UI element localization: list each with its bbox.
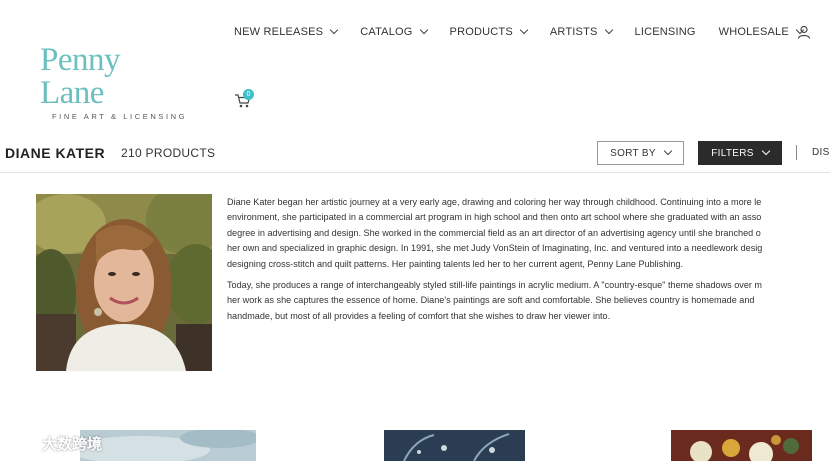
chevron-down-icon	[419, 25, 428, 35]
artist-bio: Diane Kater began her artistic journey a…	[227, 195, 830, 324]
watermark-logo-icon	[9, 437, 35, 450]
nav-licensing[interactable]: LICENSING	[635, 26, 696, 38]
artist-portrait	[36, 194, 212, 371]
watermark: 大数跨境	[8, 433, 102, 454]
chevron-down-icon	[663, 146, 673, 156]
product-count: 210 PRODUCTS	[121, 146, 216, 160]
chevron-down-icon	[761, 146, 770, 156]
page-title: DIANE KATER	[5, 145, 106, 161]
bio-paragraph: Diane Kater began her artistic journey a…	[227, 197, 763, 269]
user-icon[interactable]	[797, 25, 811, 39]
nav-products[interactable]: PRODUCTS	[449, 25, 529, 38]
collection-toolbar: DIANE KATER 210 PRODUCTS SORT BY FILTERS…	[0, 137, 830, 173]
logo-tagline: FINE ART & LICENSING	[52, 112, 188, 121]
filters-label: FILTERS	[711, 147, 754, 159]
nav-artists[interactable]: ARTISTS	[549, 25, 613, 38]
nav-label: NEW RELEASES	[234, 26, 324, 38]
nav-catalog[interactable]: CATALOG	[360, 25, 428, 38]
chevron-down-icon	[519, 25, 529, 35]
display-toggle[interactable]: DIS	[812, 147, 830, 158]
product-thumbnail[interactable]	[671, 430, 812, 461]
site-logo[interactable]: Penny Lane FINE ART & LICENSING	[40, 42, 190, 122]
cart-count-badge: 0	[243, 89, 254, 100]
product-thumbnail[interactable]	[384, 430, 525, 461]
nav-label: WHOLESALE	[718, 26, 789, 38]
nav-label: PRODUCTS	[449, 26, 513, 38]
logo-wordmark: Penny Lane	[40, 42, 121, 111]
bio-paragraph: Today, she produces a range of interchan…	[227, 280, 763, 321]
nav-label: ARTISTS	[549, 26, 598, 38]
toolbar-divider	[796, 145, 797, 160]
chevron-down-icon	[329, 25, 339, 35]
main-nav: NEW RELEASES CATALOG PRODUCTS ARTISTS LI…	[234, 24, 826, 40]
sort-label: SORT BY	[610, 147, 656, 159]
sort-by-button[interactable]: SORT BY	[597, 141, 684, 165]
nav-new-releases[interactable]: NEW RELEASES	[234, 25, 339, 38]
chevron-down-icon	[604, 25, 613, 35]
product-thumbnail[interactable]	[80, 430, 256, 461]
watermark-text: 大数跨境	[42, 436, 103, 453]
nav-wholesale[interactable]: WHOLESALE	[718, 25, 805, 38]
nav-label: LICENSING	[634, 26, 696, 38]
filters-button[interactable]: FILTERS	[698, 141, 782, 165]
nav-label: CATALOG	[360, 26, 413, 38]
